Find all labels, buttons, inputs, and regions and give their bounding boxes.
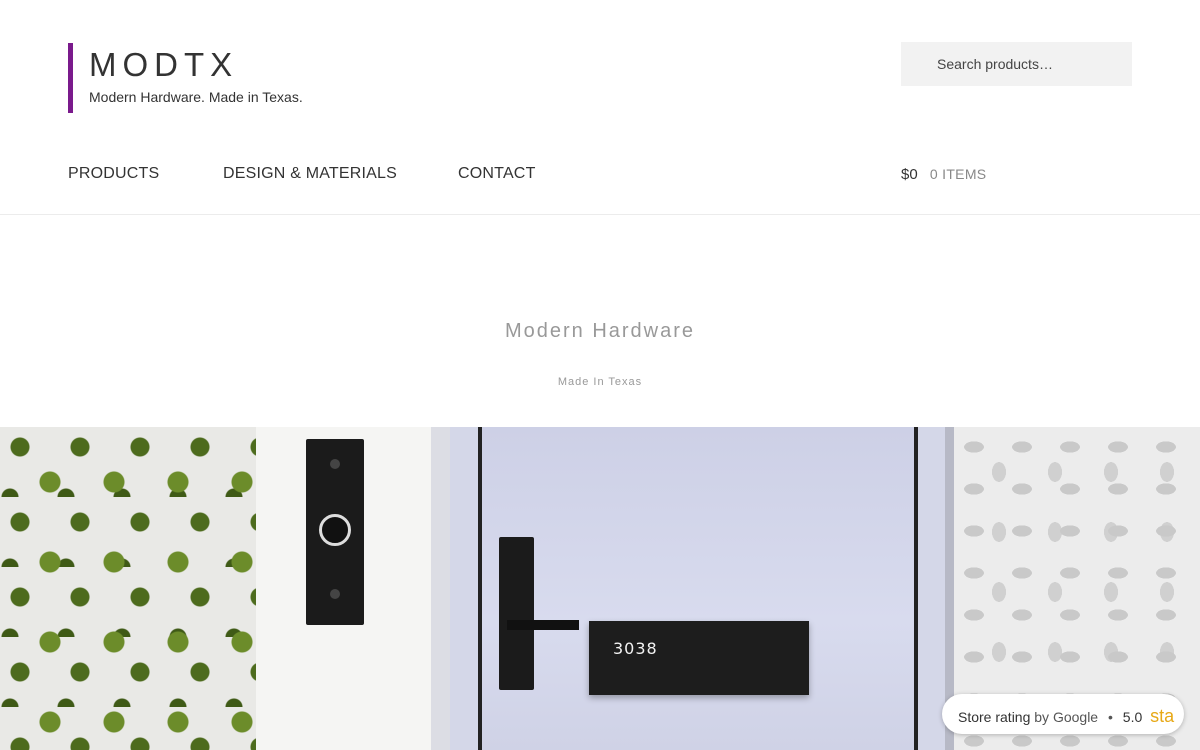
- doorbell-button: [319, 514, 351, 546]
- site-tagline: Modern Hardware. Made in Texas.: [89, 89, 303, 105]
- nav-item-products[interactable]: PRODUCTS: [68, 165, 159, 183]
- nav-item-design-materials[interactable]: DESIGN & MATERIALS: [223, 165, 397, 183]
- hero-subtitle: Made In Texas: [557, 376, 643, 388]
- site-title[interactable]: MODTX: [89, 46, 238, 84]
- house-number-plate: 3038: [589, 621, 809, 695]
- rating-separator: •: [1107, 709, 1113, 725]
- search-input[interactable]: [901, 42, 1132, 86]
- star-icon: sta: [1150, 706, 1175, 726]
- nav-item-contact[interactable]: CONTACT: [458, 165, 536, 183]
- house-number: 3038: [613, 639, 658, 658]
- rating-score: 5.0: [1122, 709, 1143, 725]
- door-handle-plate: [499, 537, 534, 690]
- hero-title: Modern Hardware: [504, 320, 696, 342]
- door-panel: [478, 427, 918, 750]
- doorbell: [306, 439, 364, 625]
- door-handle-lever: [507, 620, 579, 630]
- cart-amount: $0: [901, 166, 918, 183]
- store-rating-badge[interactable]: Store rating by Google • 5.0 sta: [942, 694, 1184, 734]
- cart-summary[interactable]: $0 0 ITEMS: [901, 166, 986, 183]
- ivy-wall: [0, 427, 256, 750]
- cart-item-count: 0 ITEMS: [929, 166, 987, 182]
- header-divider: [0, 214, 1200, 215]
- screw-icon: [330, 459, 340, 469]
- rating-label: Store rating: [958, 709, 1031, 725]
- rating-source: by Google: [1034, 709, 1099, 725]
- brand-accent-bar: [68, 43, 73, 113]
- screw-icon: [330, 589, 340, 599]
